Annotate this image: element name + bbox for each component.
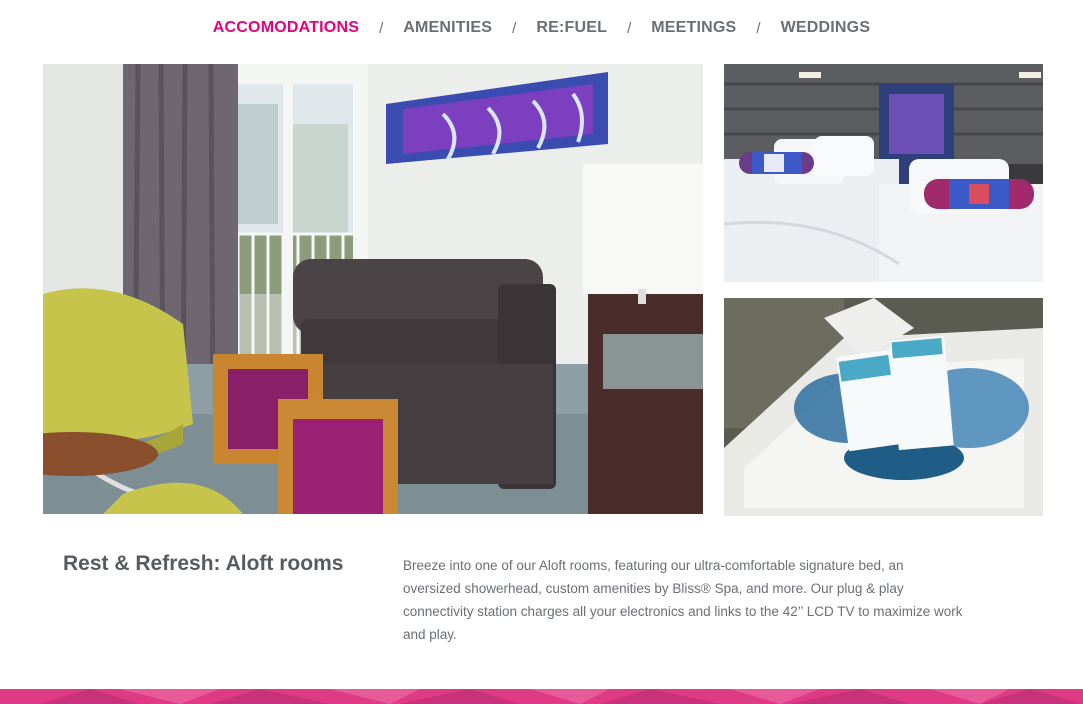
footer-pattern-band	[0, 689, 1083, 704]
bath-amenities-image	[724, 298, 1043, 516]
bedroom-photo	[724, 64, 1043, 282]
nav-separator: /	[756, 19, 761, 37]
nav-item-amenities[interactable]: AMENITIES	[403, 19, 492, 37]
nav-separator: /	[512, 19, 517, 37]
room-living-area-image	[43, 64, 703, 514]
section-description: Breeze into one of our Aloft rooms, feat…	[403, 558, 963, 642]
top-nav: ACCOMODATIONS / AMENITIES / RE:FUEL / ME…	[0, 0, 1083, 56]
footer-pattern	[0, 689, 1083, 704]
nav-separator: /	[627, 19, 632, 37]
room-living-area-photo	[43, 64, 703, 514]
page: ACCOMODATIONS / AMENITIES / RE:FUEL / ME…	[0, 0, 1083, 704]
bath-amenities-photo	[724, 298, 1043, 516]
bedroom-image	[724, 64, 1043, 282]
section-heading: Rest & Refresh: Aloft rooms	[63, 552, 344, 575]
nav-item-weddings[interactable]: WEDDINGS	[781, 19, 871, 37]
nav-item-accomodations[interactable]: ACCOMODATIONS	[213, 19, 359, 37]
nav-item-meetings[interactable]: MEETINGS	[651, 19, 736, 37]
nav-separator: /	[379, 19, 384, 37]
nav-item-refuel[interactable]: RE:FUEL	[536, 19, 607, 37]
